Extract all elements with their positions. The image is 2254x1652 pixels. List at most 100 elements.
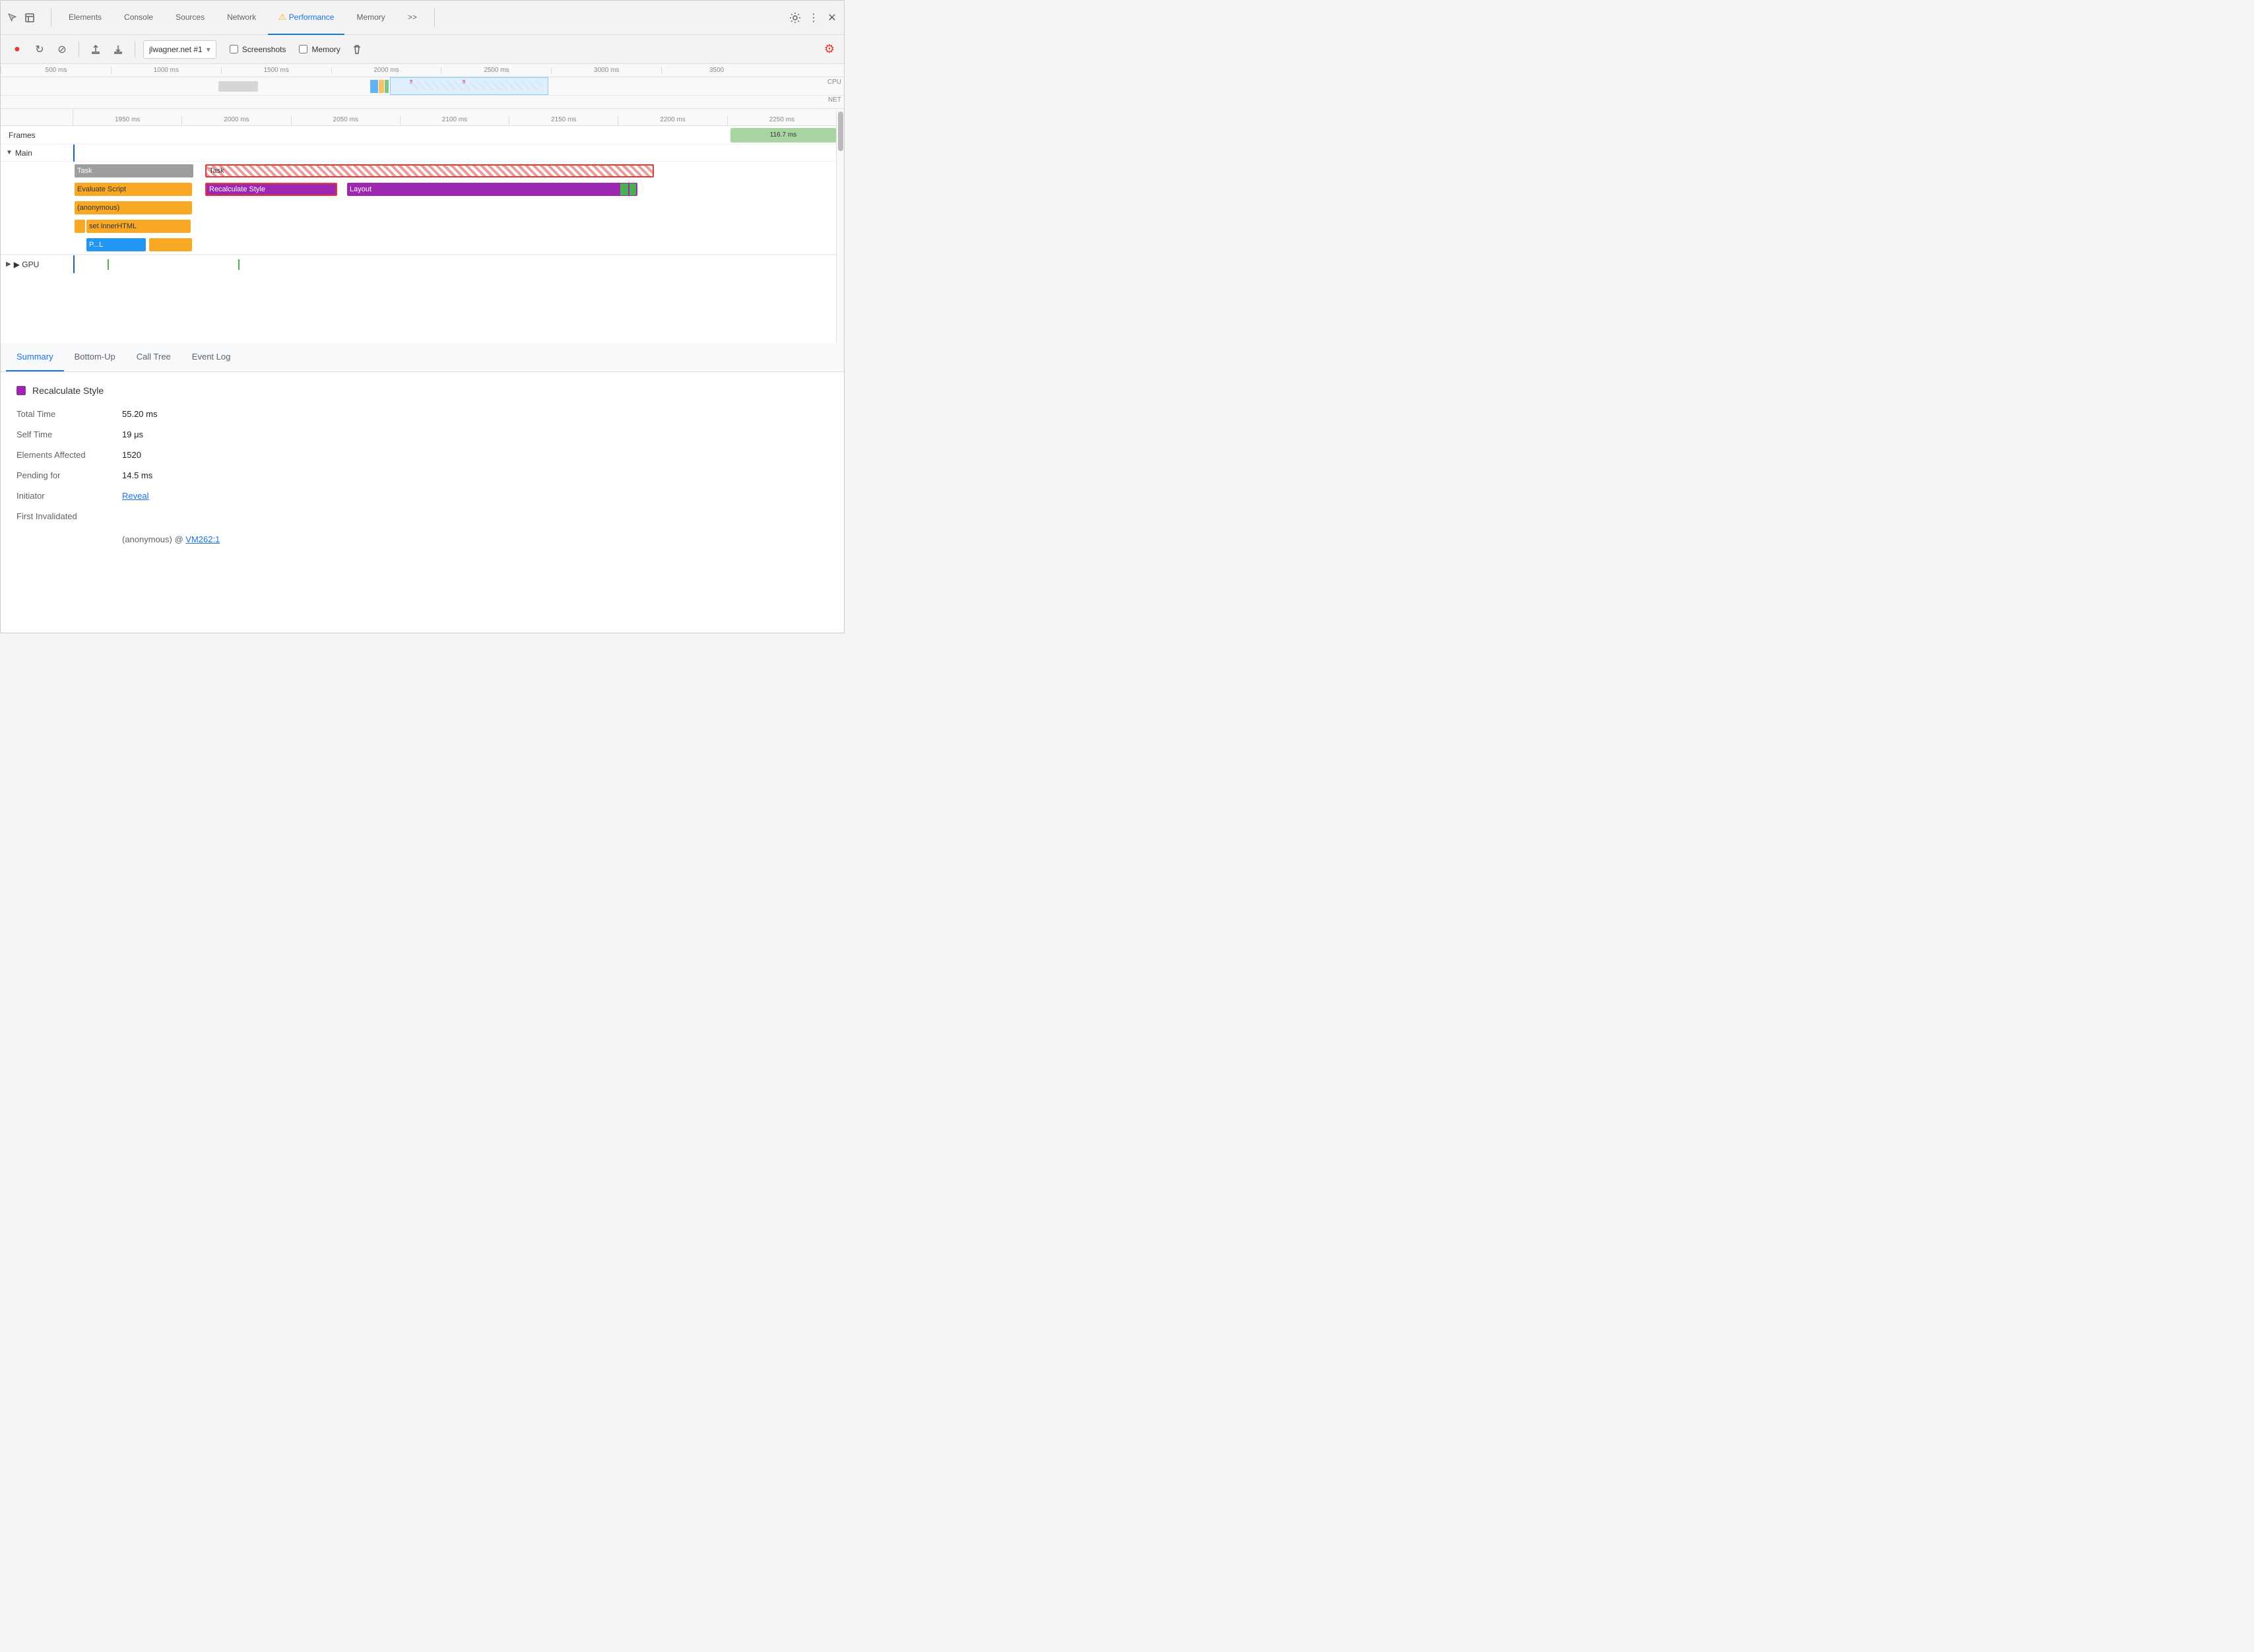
evaluate-script-bar[interactable]: Evaluate Script [75,183,192,196]
vm262-link[interactable]: VM262:1 [185,534,220,544]
recalculate-style-bar[interactable]: Recalculate Style [205,183,337,196]
tab-divider-2 [434,9,435,27]
inspect-icon[interactable] [23,11,36,24]
more-options-icon[interactable]: ⋮ [807,11,820,24]
context-selector[interactable]: jlwagner.net #1 ▾ [143,40,216,59]
tab-call-tree[interactable]: Call Tree [126,342,181,371]
screenshots-group: Screenshots [230,45,286,54]
minimap-cpu-bar-green [385,80,389,93]
reload-button[interactable]: ↻ [31,41,48,58]
tab-sources-label: Sources [176,13,205,22]
task-row-4-content: set innerHTML [73,217,836,236]
p-l-label: P...L [89,241,103,249]
anonymous-label: (anonymous) [77,204,119,212]
ruler-tick-2100: 2100 ms [400,116,509,125]
gpu-cursor [73,255,75,273]
elements-affected-key: Elements Affected [16,450,122,460]
task-row-2-content: Evaluate Script Recalculate Style Layout [73,180,836,199]
first-invalidated-key: First Invalidated [16,511,122,521]
task-row-5: P...L [1,236,836,254]
task-row-5-content: P...L [73,236,836,254]
gpu-row: ▶ ▶ GPU [1,255,836,273]
task-row-3-content: (anonymous) [73,199,836,217]
tab-event-log[interactable]: Event Log [181,342,242,371]
screenshots-checkbox[interactable] [230,45,238,53]
settings-icon[interactable] [789,11,802,24]
download-button[interactable] [110,41,127,58]
first-invalidated-sub-key [16,532,122,544]
minimap[interactable]: 500 ms 1000 ms 1500 ms 2000 ms 2500 ms 3… [1,64,844,109]
self-time-key: Self Time [16,429,122,439]
gpu-triangle-icon: ▶ [6,261,11,268]
anonymous-bar[interactable]: (anonymous) [75,201,192,214]
frames-row: Frames 116.7 ms [1,126,836,144]
record-button[interactable]: ● [9,41,26,58]
total-time-key: Total Time [16,409,122,419]
summary-table: Total Time 55.20 ms Self Time 19 μs Elem… [16,409,828,544]
tab-summary-label: Summary [16,352,53,362]
tab-elements[interactable]: Elements [58,1,112,35]
timeline-main: 1950 ms 2000 ms 2050 ms 2100 ms 2150 ms … [1,109,836,343]
devtools-window: Elements Console Sources Network ⚠ Perfo… [0,0,845,633]
upload-button[interactable] [87,41,104,58]
clear-button[interactable]: ⊘ [53,41,71,58]
tab-memory[interactable]: Memory [346,1,395,35]
minimap-selection[interactable] [390,77,548,95]
ruler-tick-2050: 2050 ms [291,116,400,125]
net-label: NET [828,96,841,104]
tab-more[interactable]: >> [397,1,428,35]
settings-gear-icon[interactable]: ⚙ [823,43,836,56]
set-inner-html-label: set innerHTML [89,222,137,230]
gpu-text: ▶ GPU [14,260,40,269]
task-row-1: Task Task [1,162,836,180]
tab-network[interactable]: Network [216,1,267,35]
scrollbar-thumb[interactable] [838,111,843,151]
initiator-reveal-link[interactable]: Reveal [122,491,148,501]
tab-summary[interactable]: Summary [6,342,64,371]
tab-console[interactable]: Console [113,1,164,35]
layout-green-block [620,183,628,195]
timeline-cursor [73,144,75,162]
toolbar-icons [6,11,36,24]
elements-affected-value: 1520 [122,450,828,460]
main-triangle-icon: ▼ [6,149,13,156]
timeline-ruler: 1950 ms 2000 ms 2050 ms 2100 ms 2150 ms … [1,109,836,126]
memory-checkbox[interactable] [299,45,307,53]
gpu-label[interactable]: ▶ ▶ GPU [1,259,73,270]
task-bar-1[interactable]: Task [75,164,193,177]
task-row-3: (anonymous) [1,199,836,217]
small-yellow-block [75,220,85,233]
tab-bottom-up[interactable]: Bottom-Up [64,342,126,371]
gpu-content [73,255,836,273]
ruler-tick-2200: 2200 ms [618,116,726,125]
main-header-label[interactable]: ▼ Main [1,147,73,159]
memory-label[interactable]: Memory [311,45,340,54]
task-bar-2[interactable]: Task [205,164,654,177]
timeline-scrollbar[interactable] [836,109,844,343]
close-devtools-icon[interactable]: ✕ [825,11,839,24]
summary-panel: Recalculate Style Total Time 55.20 ms Se… [1,372,844,633]
frames-content: 116.7 ms [73,126,836,144]
trash-button[interactable] [348,41,366,58]
ruler-tick-2150: 2150 ms [509,116,618,125]
tab-event-log-label: Event Log [192,352,231,362]
screenshots-label[interactable]: Screenshots [242,45,286,54]
minimap-tick-3000: 3000 ms [551,67,661,74]
summary-title-text: Recalculate Style [32,385,104,396]
tab-performance[interactable]: ⚠ Performance [268,1,344,35]
minimap-cpu-bar-yellow [379,80,384,93]
evaluate-script-label: Evaluate Script [77,185,126,193]
p-l-bar[interactable]: P...L [86,238,146,251]
frame-block[interactable]: 116.7 ms [730,128,836,143]
main-header[interactable]: ▼ Main [1,144,836,162]
pending-for-value: 14.5 ms [122,470,828,480]
minimap-tick-2000: 2000 ms [331,67,441,74]
self-time-value: 19 μs [122,429,828,439]
total-time-value: 55.20 ms [122,409,828,419]
first-invalidated-sub-value: (anonymous) @ VM262:1 [122,534,828,544]
layout-bar[interactable]: Layout [347,183,637,196]
set-inner-html-bar[interactable]: set innerHTML [86,220,191,233]
tab-sources[interactable]: Sources [165,1,215,35]
cursor-icon[interactable] [6,11,19,24]
cpu-label: CPU [827,79,841,86]
